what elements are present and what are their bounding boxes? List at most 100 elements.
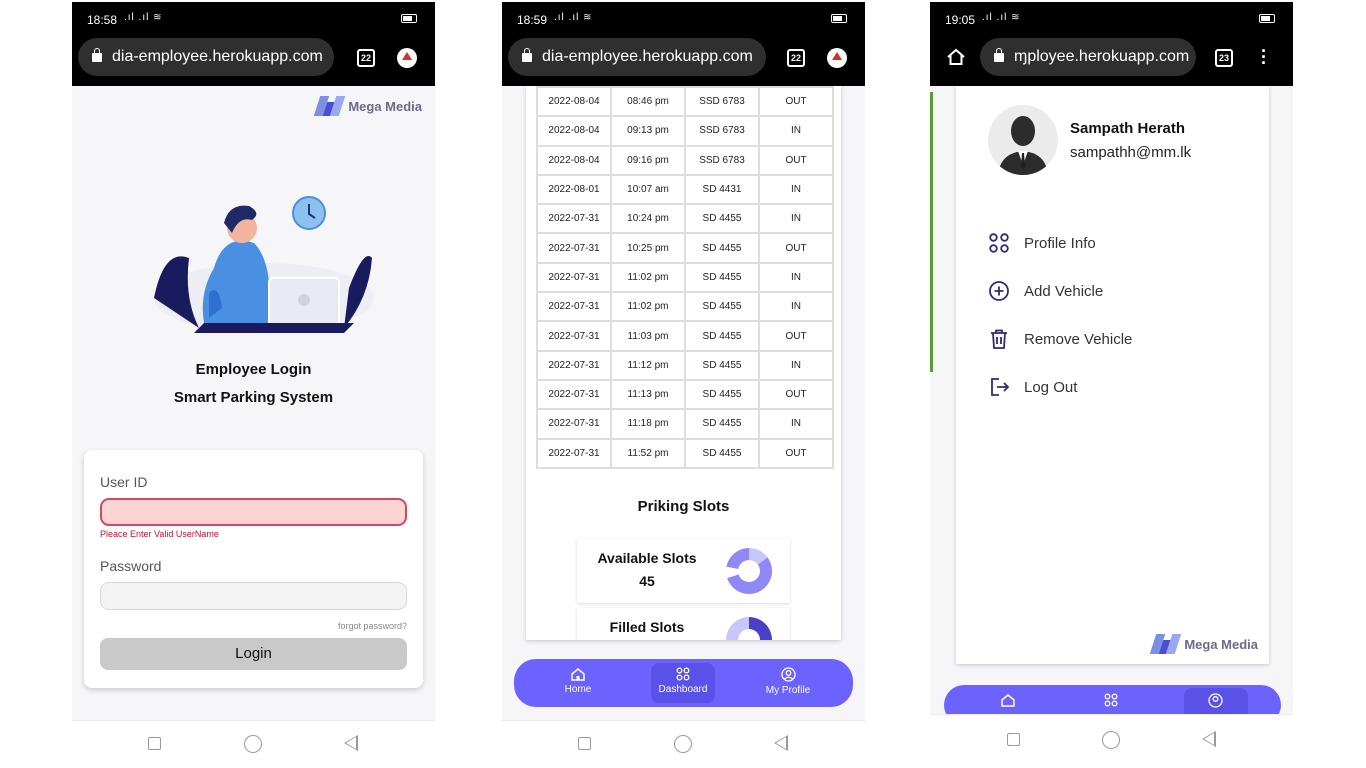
table-row: 2022-08-01 10:07 am SD 4431 IN [536,173,834,206]
menu-remove-vehicle-label: Remove Vehicle [1024,330,1133,348]
signal-icon: .ıl .ıl ≋ [982,12,1021,23]
nav-dashboard[interactable]: Dashboard [648,665,718,695]
table-cell: IN [758,203,834,235]
nav-home[interactable]: Home [543,665,613,695]
browser-toolbar: dia-employee.herokuapp.com 22 [502,34,865,86]
update-icon[interactable] [397,48,417,68]
filled-slots-card: Filled Slots [577,608,790,640]
parking-log-card: 2022-08-04 08:46 pm SSD 6783 OUT 2022-08-04 0… [526,86,841,640]
address-bar[interactable]: dia-employee.herokuapp.com [78,38,334,76]
profile-drawer: Sampath Herath sampathh@mm.lk Profile In… [956,86,1269,664]
recents-icon[interactable] [148,737,161,750]
home-icon[interactable] [1000,693,1016,707]
table-cell: 10:24 pm [610,203,686,235]
table-cell: SD 4455 [684,378,760,411]
home-circle-icon[interactable] [674,735,692,753]
table-cell: 10:07 am [610,173,686,206]
tab-switcher-button[interactable]: 22 [357,49,375,67]
address-bar[interactable]: dia-employee.herokuapp.com [508,38,766,76]
table-cell: SD 4455 [684,203,760,235]
url-text: dia-employee.herokuapp.com [112,48,323,65]
user-silhouette-icon [998,116,1048,175]
table-cell: 10:25 pm [610,232,686,264]
dashboard-icon[interactable] [1104,693,1118,707]
table-row: 2022-08-04 08:46 pm SSD 6783 OUT [536,86,834,118]
table-cell: SSD 6783 [684,86,760,118]
login-screen: 18:58 .ıl .ıl ≋ dia-employee.herokuapp.c… [72,2,435,768]
back-icon[interactable] [774,735,788,751]
login-button[interactable]: Login [100,638,407,670]
login-form: User ID Pleace Enter Valid UserName Pass… [84,450,423,688]
user-id-label: User ID [100,474,148,490]
user-id-error: Pleace Enter Valid UserName [100,529,219,539]
table-row: 2022-07-31 10:24 pm SD 4455 IN [536,203,834,235]
table-cell: 11:02 pm [610,261,686,294]
table-cell: 09:16 pm [610,144,686,176]
menu-remove-vehicle[interactable]: Remove Vehicle [988,328,1132,350]
table-cell: 2022-08-01 [536,173,612,206]
address-bar[interactable]: ɱployee.herokuapp.com [980,38,1196,76]
tab-switcher-button[interactable]: 22 [787,49,805,67]
overflow-menu-icon[interactable]: · · · [1261,42,1267,72]
available-slots-value: 45 [639,573,655,589]
plus-circle-icon [989,281,1009,301]
back-icon[interactable] [1202,731,1216,747]
table-row: 2022-07-31 11:02 pm SD 4455 IN [536,291,834,323]
table-cell: 2022-07-31 [536,261,612,294]
table-cell: 2022-07-31 [536,291,612,323]
table-cell: IN [758,408,834,440]
table-cell: IN [758,261,834,294]
table-row: 2022-07-31 11:03 pm SD 4455 OUT [536,320,834,352]
background-edge [930,92,933,372]
filled-slots-label: Filled Slots [609,619,685,635]
table-cell: 2022-08-04 [536,115,612,147]
filled-slots-donut [726,617,772,640]
update-icon[interactable] [827,48,847,68]
status-time: 18:58 [87,13,118,27]
home-circle-icon[interactable] [1102,731,1120,749]
page-title: Employee Login [195,361,312,378]
android-nav-bar [502,720,865,768]
available-slots-card: Available Slots 45 [577,539,790,603]
table-cell: 11:02 pm [610,291,686,323]
menu-log-out-label: Log Out [1024,378,1078,396]
back-icon[interactable] [344,735,358,751]
table-row: 2022-07-31 11:18 pm SD 4455 IN [536,408,834,440]
table-row: 2022-07-31 11:13 pm SD 4455 OUT [536,378,834,411]
password-input[interactable] [100,582,407,610]
nav-my-profile-label: My Profile [765,685,811,696]
forgot-password-link[interactable]: forgot password? [338,621,407,631]
battery-icon [1259,14,1275,23]
nav-dashboard-label: Dashboard [658,684,708,695]
user-id-input[interactable] [100,498,407,526]
status-time: 19:05 [945,13,976,27]
table-cell: 2022-07-31 [536,437,612,469]
home-circle-icon[interactable] [244,735,262,753]
menu-log-out[interactable]: Log Out [988,376,1077,398]
table-row: 2022-08-04 09:16 pm SSD 6783 OUT [536,144,834,176]
nav-home-label: Home [564,684,592,695]
mega-media-logo-icon [1150,634,1182,654]
grid-icon [989,233,1009,253]
table-cell: 2022-07-31 [536,203,612,235]
recents-icon[interactable] [1007,733,1020,746]
page-subtitle: Smart Parking System [173,389,334,406]
nav-my-profile[interactable]: My Profile [753,665,823,696]
dashboard-icon [676,667,690,681]
user-name: Sampath Herath [1070,120,1186,137]
menu-add-vehicle[interactable]: Add Vehicle [988,280,1103,302]
table-cell: 11:13 pm [610,378,686,411]
profile-icon[interactable] [1208,693,1223,708]
table-cell: IN [758,349,834,381]
lock-icon [522,47,532,62]
table-cell: 2022-07-31 [536,232,612,264]
available-slots-label: Available Slots [597,550,697,566]
browser-home-icon[interactable] [946,47,966,67]
table-row: 2022-07-31 11:02 pm SD 4455 IN [536,261,834,294]
logout-icon [991,378,1010,396]
menu-profile-info[interactable]: Profile Info [988,232,1096,254]
table-cell: IN [758,173,834,206]
tab-switcher-button[interactable]: 23 [1215,49,1233,67]
table-cell: SD 4455 [684,437,760,469]
recents-icon[interactable] [578,737,591,750]
